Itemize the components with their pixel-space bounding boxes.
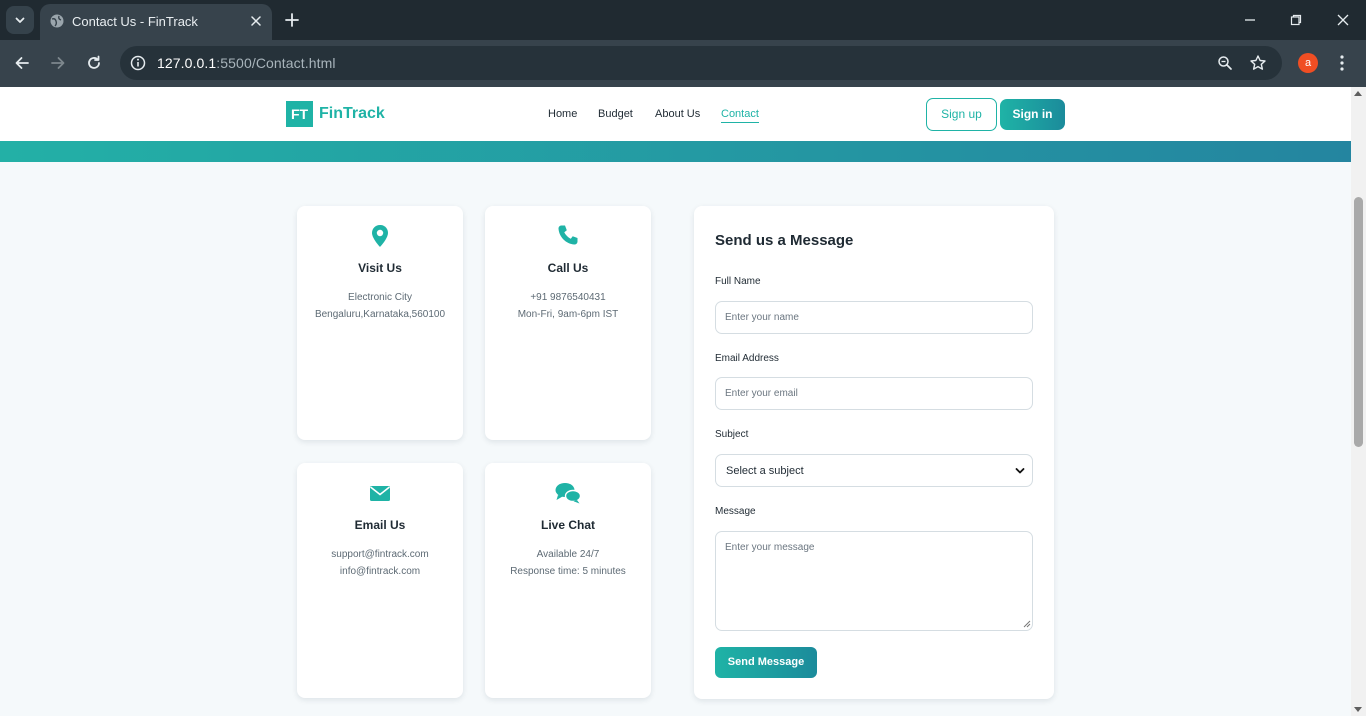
page-scrollbar[interactable] [1351,87,1366,716]
browser-tab-strip: Contact Us - FinTrack [0,0,1366,40]
card-title: Email Us [354,518,406,532]
nav-about-us[interactable]: About Us [655,108,700,120]
message-label: Message [715,506,756,517]
card-line: Electronic City [348,292,412,303]
scroll-down-arrow-icon[interactable] [1354,707,1362,712]
restore-icon[interactable] [1287,11,1305,29]
reload-icon[interactable] [84,53,104,73]
email-input[interactable] [715,377,1033,410]
subject-label: Subject [715,429,749,440]
logo-text[interactable]: FinTrack [319,105,385,123]
url-path: :5500/Contact.html [216,55,336,71]
card-line: support@fintrack.com [331,549,429,560]
url-text: 127.0.0.1:5500/Contact.html [157,55,336,71]
location-pin-icon [372,225,388,247]
more-menu-icon[interactable] [1334,53,1350,73]
card-title: Live Chat [540,518,595,532]
nav-home[interactable]: Home [548,108,577,120]
minimize-icon[interactable] [1241,11,1259,29]
page-viewport: FT FinTrack Home Budget About Us Contact… [0,87,1351,716]
contact-card-call: Call Us +91 9876540431 Mon-Fri, 9am-6pm … [485,206,651,440]
zoom-icon[interactable] [1216,54,1234,72]
card-line: Mon-Fri, 9am-6pm IST [517,309,619,320]
contact-card-chat: Live Chat Available 24/7 Response time: … [485,463,651,698]
chevron-down-icon [15,17,25,23]
site-header: FT FinTrack Home Budget About Us Contact… [0,87,1351,141]
back-arrow-icon[interactable] [12,53,32,73]
subject-select[interactable]: Select a subject [715,454,1033,487]
nav-contact[interactable]: Contact [721,108,759,123]
form-title: Send us a Message [715,232,854,249]
logo-mark[interactable]: FT [286,101,313,127]
browser-toolbar: 127.0.0.1:5500/Contact.html a [0,40,1366,87]
sign-in-button[interactable]: Sign in [1000,99,1065,130]
subject-selected-value: Select a subject [726,465,804,477]
tab-search-button[interactable] [6,6,34,34]
url-host: 127.0.0.1 [157,55,217,71]
hero-band [0,141,1351,162]
card-title: Visit Us [358,261,402,275]
email-label: Email Address [715,353,779,364]
scroll-up-arrow-icon[interactable] [1354,91,1362,96]
phone-icon [558,225,578,245]
card-title: Call Us [547,261,589,275]
bookmark-star-icon[interactable] [1248,53,1268,73]
scroll-thumb[interactable] [1354,197,1363,447]
card-line: info@fintrack.com [339,566,421,577]
site-info-icon[interactable] [128,53,148,73]
browser-tab[interactable]: Contact Us - FinTrack [40,4,272,40]
forward-arrow-icon[interactable] [48,53,68,73]
chevron-down-icon [1015,468,1025,474]
card-line: +91 9876540431 [530,292,606,303]
card-line: Bengaluru,Karnataka,560100 [314,309,446,320]
card-line: Available 24/7 [536,549,600,560]
envelope-icon [370,486,390,501]
contact-card-visit: Visit Us Electronic City Bengaluru,Karna… [297,206,463,440]
new-tab-icon[interactable] [282,10,302,30]
tab-title: Contact Us - FinTrack [72,14,198,29]
nav-budget[interactable]: Budget [598,108,633,120]
send-message-button[interactable]: Send Message [715,647,817,678]
resize-grip-icon[interactable] [1022,619,1031,628]
message-textarea[interactable] [715,531,1033,631]
window-close-icon[interactable] [1334,11,1352,29]
full-name-input[interactable] [715,301,1033,334]
card-line: Response time: 5 minutes [510,566,626,577]
sign-up-button[interactable]: Sign up [926,98,997,131]
globe-icon [50,14,64,28]
contact-card-email: Email Us support@fintrack.com info@fintr… [297,463,463,698]
contact-form: Send us a Message Full Name Email Addres… [694,206,1054,699]
chat-bubbles-icon [555,483,582,504]
address-bar[interactable]: 127.0.0.1:5500/Contact.html [120,46,1282,80]
profile-avatar[interactable]: a [1298,53,1318,73]
close-icon[interactable] [248,13,264,29]
full-name-label: Full Name [715,276,761,287]
